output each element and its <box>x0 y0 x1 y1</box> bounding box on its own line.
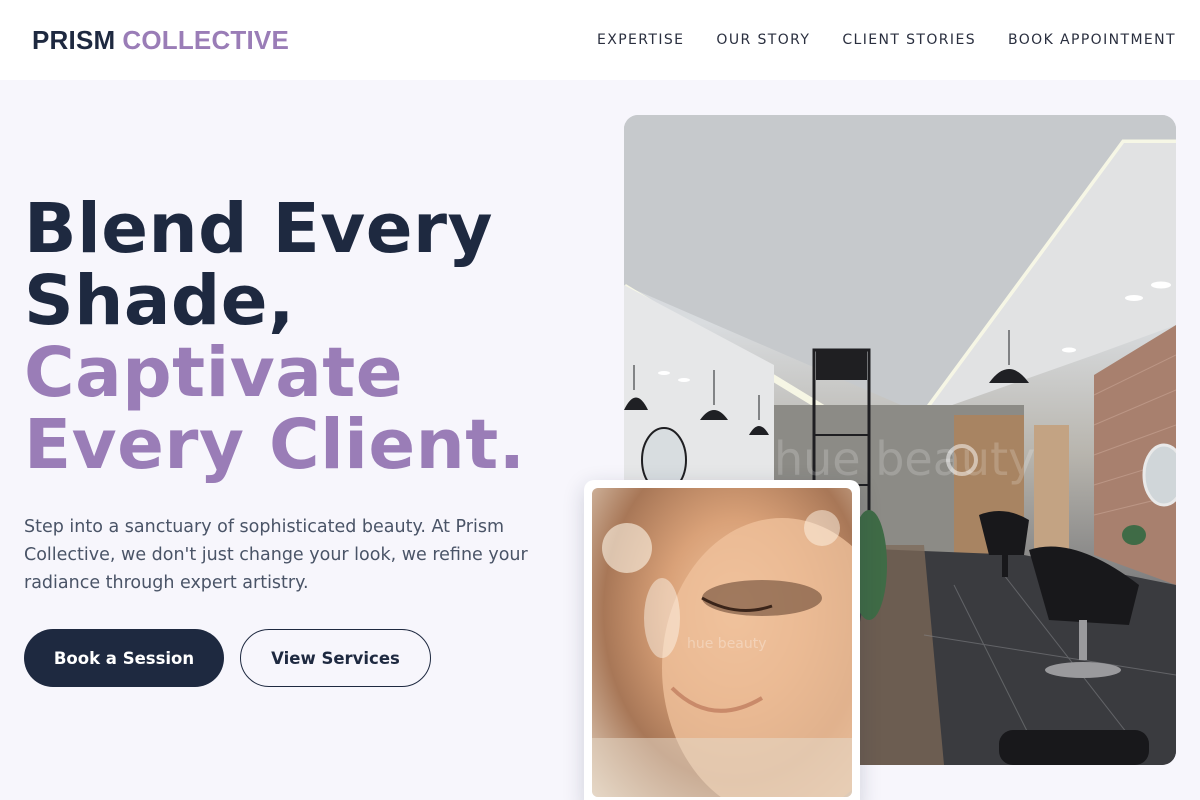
nav-link-expertise[interactable]: EXPERTISE <box>597 32 684 48</box>
view-services-button[interactable]: View Services <box>240 629 431 687</box>
hero-description: Step into a sanctuary of sophisticated b… <box>24 517 528 593</box>
brand-name-accent: COLLECTIVE <box>122 24 290 55</box>
makeup-photo-frame: hue beauty <box>584 480 860 800</box>
headline-line-1: Blend Every <box>24 189 493 269</box>
nav-link-book-appointment[interactable]: BOOK APPOINTMENT <box>1008 32 1176 48</box>
brand-name-primary: PRISM <box>32 24 116 55</box>
svg-text:hue beauty: hue beauty <box>774 432 1035 486</box>
site-header: PRISM COLLECTIVE EXPERTISE OUR STORY CLI… <box>0 0 1200 80</box>
hero-headline: Blend Every Shade, Captivate Every Clien… <box>24 193 584 481</box>
headline-line-4: Every Client. <box>24 405 526 485</box>
nav-link-client-stories[interactable]: CLIENT STORIES <box>842 32 976 48</box>
nav-link-our-story[interactable]: OUR STORY <box>716 32 810 48</box>
headline-line-3: Captivate <box>24 333 404 413</box>
brand-logo[interactable]: PRISM COLLECTIVE <box>32 25 289 56</box>
headline-line-2: Shade, <box>24 261 295 341</box>
makeup-closeup-image: hue beauty <box>592 488 852 797</box>
cta-group: Book a Session View Services <box>24 629 431 687</box>
book-session-button[interactable]: Book a Session <box>24 629 224 687</box>
makeup-closeup-illustration: hue beauty <box>592 510 852 797</box>
svg-text:hue beauty: hue beauty <box>687 636 767 652</box>
hero-text: Blend Every Shade, Captivate Every Clien… <box>24 193 584 597</box>
main-nav: EXPERTISE OUR STORY CLIENT STORIES BOOK … <box>597 32 1176 48</box>
